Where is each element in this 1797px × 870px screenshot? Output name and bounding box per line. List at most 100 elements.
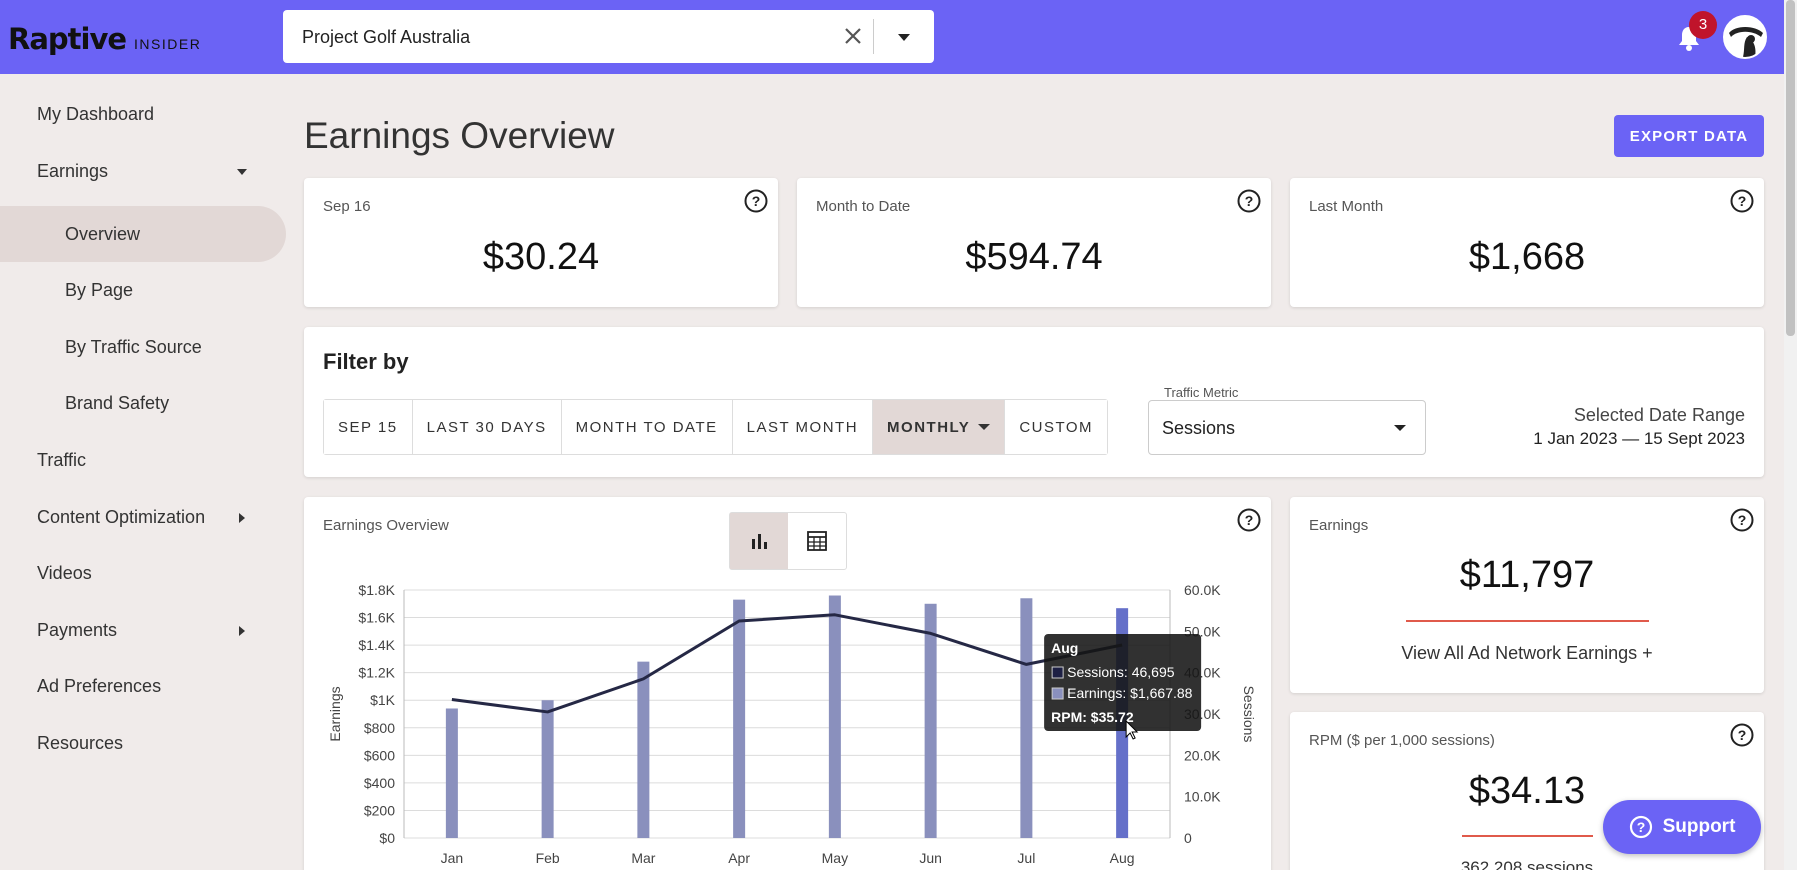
- logo[interactable]: Raptive INSIDER: [8, 22, 201, 56]
- divider: [1406, 620, 1649, 622]
- support-label: Support: [1662, 816, 1736, 837]
- bar: [445, 708, 458, 838]
- sidebar-item-brand-safety[interactable]: Brand Safety: [0, 375, 286, 431]
- filter-sep-15-button[interactable]: SEP 15: [324, 400, 413, 454]
- tooltip-earnings: Earnings: $1,667.88: [1067, 685, 1193, 701]
- y2-tick-label: 60.0K: [1184, 582, 1221, 598]
- stat-card-yesterday: Sep 16 $30.24 ?: [304, 178, 778, 307]
- sidebar-item-earnings[interactable]: Earnings: [0, 143, 286, 199]
- date-range-label: Selected Date Range: [1573, 405, 1745, 425]
- date-range-value: 1 Jan 2023 — 15 Sept 2023: [1533, 429, 1745, 448]
- stat-label: Month to Date: [816, 198, 911, 215]
- sidebar-item-my-dashboard[interactable]: My Dashboard: [0, 86, 286, 142]
- sidebar-item-label: Resources: [37, 733, 124, 753]
- view-all-ad-network-earnings-link[interactable]: View All Ad Network Earnings +: [1290, 643, 1764, 664]
- filter-month-to-date-button[interactable]: MONTH TO DATE: [561, 400, 733, 454]
- page-title: Earnings Overview: [304, 115, 615, 156]
- filter-button-label: MONTH TO DATE: [575, 418, 718, 436]
- sidebar-item-overview[interactable]: Overview: [0, 206, 286, 262]
- date-filter-group: SEP 15 LAST 30 DAYS MONTH TO DATE LAST M…: [323, 399, 1109, 455]
- bar: [733, 599, 746, 838]
- help-icon[interactable]: ?: [1730, 723, 1754, 747]
- sidebar-item-ad-preferences[interactable]: Ad Preferences: [0, 658, 286, 714]
- support-button[interactable]: ? Support: [1603, 800, 1761, 854]
- sidebar-item-by-traffic-source[interactable]: By Traffic Source: [0, 319, 286, 375]
- svg-text:?: ?: [1245, 193, 1254, 209]
- y-tick-label: $600: [364, 747, 395, 763]
- sidebar-item-payments[interactable]: Payments: [0, 602, 286, 658]
- y-tick-label: $1.4K: [358, 637, 395, 653]
- caret-down-icon: [237, 169, 247, 175]
- export-data-button[interactable]: EXPORT DATA: [1614, 115, 1764, 157]
- filter-title: Filter by: [323, 349, 409, 374]
- y2-tick-label: 0: [1184, 830, 1192, 846]
- rpm-card-label: RPM ($ per 1,000 sessions): [1309, 732, 1495, 749]
- tooltip-swatch-earnings: [1051, 687, 1064, 700]
- sidebar-item-label: Content Optimization: [37, 507, 206, 527]
- filter-custom-button[interactable]: CUSTOM: [1005, 400, 1108, 454]
- sidebar-item-label: Earnings: [37, 161, 109, 181]
- svg-text:?: ?: [1738, 193, 1747, 209]
- sidebar-item-traffic[interactable]: Traffic: [0, 432, 286, 488]
- y2-axis-title: Sessions: [1241, 686, 1257, 743]
- y-tick-label: $1.6K: [358, 610, 395, 626]
- y-tick-label: $400: [364, 775, 395, 791]
- filter-last-30-days-button[interactable]: LAST 30 DAYS: [412, 400, 562, 454]
- sidebar-item-by-page[interactable]: By Page: [0, 262, 286, 318]
- bar: [828, 595, 841, 838]
- filter-card: Filter by SEP 15 LAST 30 DAYS MONTH TO D…: [304, 327, 1764, 477]
- x-tick-label: Jun: [919, 850, 942, 866]
- divider: [873, 19, 874, 54]
- help-icon[interactable]: ?: [1730, 508, 1754, 532]
- tooltip-sessions: Sessions: 46,695: [1067, 664, 1175, 680]
- sidebar-item-label: By Traffic Source: [65, 337, 202, 357]
- caret-down-icon: [1394, 425, 1406, 431]
- stat-card-month-to-date: Month to Date $594.74 ?: [797, 178, 1271, 307]
- x-tick-label: Jul: [1017, 850, 1035, 866]
- scrollbar[interactable]: [1784, 0, 1797, 870]
- avatar-image: [1725, 17, 1765, 57]
- filter-button-label: CUSTOM: [1019, 418, 1094, 436]
- y-tick-label: $1.2K: [358, 665, 395, 681]
- y-tick-label: $1.8K: [358, 582, 395, 598]
- chart-card: Earnings Overview ? $0 $200 $400 $600 $800 $1…: [304, 497, 1271, 870]
- bar: [541, 700, 554, 838]
- filter-last-month-button[interactable]: LAST MONTH: [732, 400, 874, 454]
- x-tick-label: Jan: [441, 850, 464, 866]
- sidebar-item-resources[interactable]: Resources: [0, 715, 286, 771]
- help-icon[interactable]: ?: [1237, 189, 1261, 213]
- bar: [924, 603, 937, 838]
- x-tick-label: Feb: [536, 850, 560, 866]
- site-selector-value: Project Golf Australia: [302, 27, 471, 47]
- avatar[interactable]: [1723, 15, 1767, 59]
- x-tick-label: Apr: [728, 850, 750, 866]
- caret-down-icon[interactable]: [892, 28, 916, 46]
- caret-down-icon: [978, 424, 991, 430]
- close-icon[interactable]: [840, 23, 866, 49]
- caret-right-icon: [239, 626, 245, 636]
- site-selector[interactable]: Project Golf Australia: [283, 10, 934, 63]
- sidebar-item-label: My Dashboard: [37, 104, 155, 124]
- sidebar-item-label: Videos: [37, 563, 92, 583]
- tooltip-swatch-sessions: [1051, 666, 1064, 679]
- stat-value: $1,668: [1468, 236, 1586, 278]
- help-icon[interactable]: ?: [744, 189, 768, 213]
- scrollbar-thumb[interactable]: [1786, 0, 1795, 336]
- filter-button-label: SEP 15: [338, 418, 398, 436]
- sidebar-item-content-optimization[interactable]: Content Optimization: [0, 489, 286, 545]
- bar: [1020, 598, 1033, 838]
- help-icon[interactable]: ?: [1730, 189, 1754, 213]
- sidebar-item-videos[interactable]: Videos: [0, 545, 286, 601]
- traffic-metric-select[interactable]: Sessions: [1148, 400, 1426, 455]
- stat-value: $594.74: [965, 236, 1103, 278]
- filter-button-label: MONTHLY: [887, 418, 971, 436]
- filter-monthly-button[interactable]: MONTHLY: [873, 400, 1006, 454]
- y-tick-label: $0: [379, 830, 395, 846]
- earnings-card: Earnings $11,797 View All Ad Network Ear…: [1290, 497, 1764, 693]
- y-tick-label: $200: [364, 802, 395, 818]
- y2-tick-label: 20.0K: [1184, 747, 1221, 763]
- y-tick-label: $1K: [370, 692, 396, 708]
- tooltip-title: Aug: [1051, 640, 1078, 656]
- svg-text:?: ?: [1738, 727, 1747, 743]
- help-circle-icon: ?: [1629, 815, 1652, 839]
